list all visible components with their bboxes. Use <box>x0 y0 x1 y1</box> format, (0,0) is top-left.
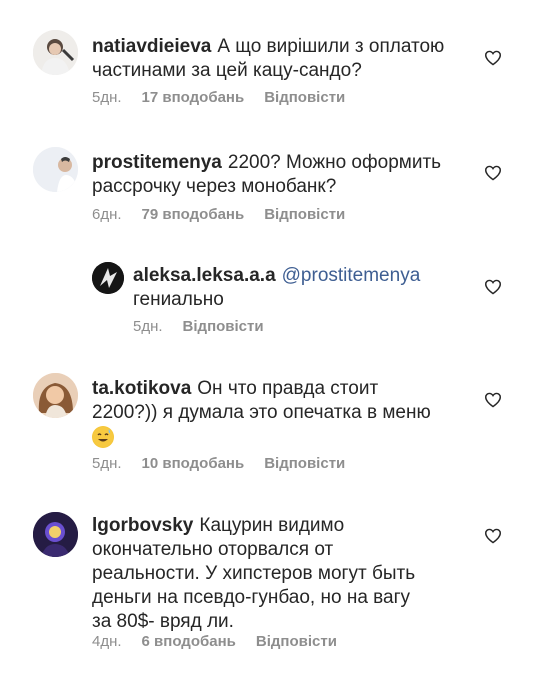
comment-body: Он что правда стоит <box>197 378 379 399</box>
avatar[interactable] <box>92 262 124 294</box>
comment-text: lgorbovsky Кацурин видимо окончательно от… <box>92 514 415 634</box>
comment-meta: 4дн. 6 вподобань Відповісти <box>92 633 357 650</box>
comment-time: 5дн. <box>92 455 122 472</box>
comment-body: частинами за цей кацу-сандо? <box>92 60 362 81</box>
comment-body: рассрочку через монобанк? <box>92 176 337 197</box>
heart-outline-icon[interactable] <box>484 392 502 408</box>
heart-outline-icon[interactable] <box>484 165 502 181</box>
comment-text: natiavdieieva А що вирішили з оплатою час… <box>92 35 444 83</box>
comment-body: деньги на псевдо-гунбао, но на вагу <box>92 587 411 608</box>
comment-body: Кацурин видимо <box>199 515 345 536</box>
avatar[interactable] <box>33 147 78 192</box>
comment-meta: 5дн. Відповісти <box>133 318 284 335</box>
heart-outline-icon[interactable] <box>484 50 502 66</box>
comment-body: окончательно оторвался от <box>92 539 334 560</box>
comment-body: реальности. У хипстеров могут быть <box>92 563 416 584</box>
sweat-smile-emoji-icon <box>92 425 114 448</box>
comment-meta: 6дн. 79 вподобань Відповісти <box>92 206 365 223</box>
likes-count[interactable]: 10 вподобань <box>142 455 245 472</box>
comment-time: 6дн. <box>92 206 122 223</box>
reply-button[interactable]: Відповісти <box>264 455 345 472</box>
avatar[interactable] <box>33 512 78 557</box>
comment-text: prostitemenya 2200? Можно оформить рассро… <box>92 151 441 199</box>
mention-link[interactable]: @prostitemenya <box>282 265 421 286</box>
comment-meta: 5дн. 10 вподобань Відповісти <box>92 455 365 472</box>
comment-username[interactable]: lgorbovsky <box>92 515 193 536</box>
comment-meta: 5дн. 17 вподобань Відповісти <box>92 89 365 106</box>
comment-time: 4дн. <box>92 633 122 650</box>
comment-username[interactable]: ta.kotikova <box>92 378 191 399</box>
comment-body: 2200? Можно оформить <box>227 152 442 173</box>
likes-count[interactable]: 17 вподобань <box>142 89 245 106</box>
likes-count[interactable]: 6 вподобань <box>142 633 236 650</box>
comment-username[interactable]: prostitemenya <box>92 152 222 173</box>
heart-outline-icon[interactable] <box>484 528 502 544</box>
comment-text: ta.kotikova Он что правда стоит 2200?)) я… <box>92 377 431 449</box>
comment-time: 5дн. <box>92 89 122 106</box>
reply-button[interactable]: Відповісти <box>256 633 337 650</box>
comment-text: aleksa.leksa.a.a @prostitemenya гениально <box>133 264 420 312</box>
comment-username[interactable]: aleksa.leksa.a.a <box>133 265 276 286</box>
heart-outline-icon[interactable] <box>484 279 502 295</box>
avatar[interactable] <box>33 373 78 418</box>
likes-count[interactable]: 79 вподобань <box>142 206 245 223</box>
avatar[interactable] <box>33 30 78 75</box>
comment-body: 2200?)) я думала это опечатка в меню <box>92 402 431 423</box>
reply-button[interactable]: Відповісти <box>183 318 264 335</box>
reply-button[interactable]: Відповісти <box>264 206 345 223</box>
comment-body: А що вирішили з оплатою <box>217 36 445 57</box>
comment-time: 5дн. <box>133 318 163 335</box>
comment-body: гениально <box>133 289 224 310</box>
comment-body: за 80$- вряд ли. <box>92 611 234 632</box>
reply-button[interactable]: Відповісти <box>264 89 345 106</box>
comment-username[interactable]: natiavdieieva <box>92 36 211 57</box>
